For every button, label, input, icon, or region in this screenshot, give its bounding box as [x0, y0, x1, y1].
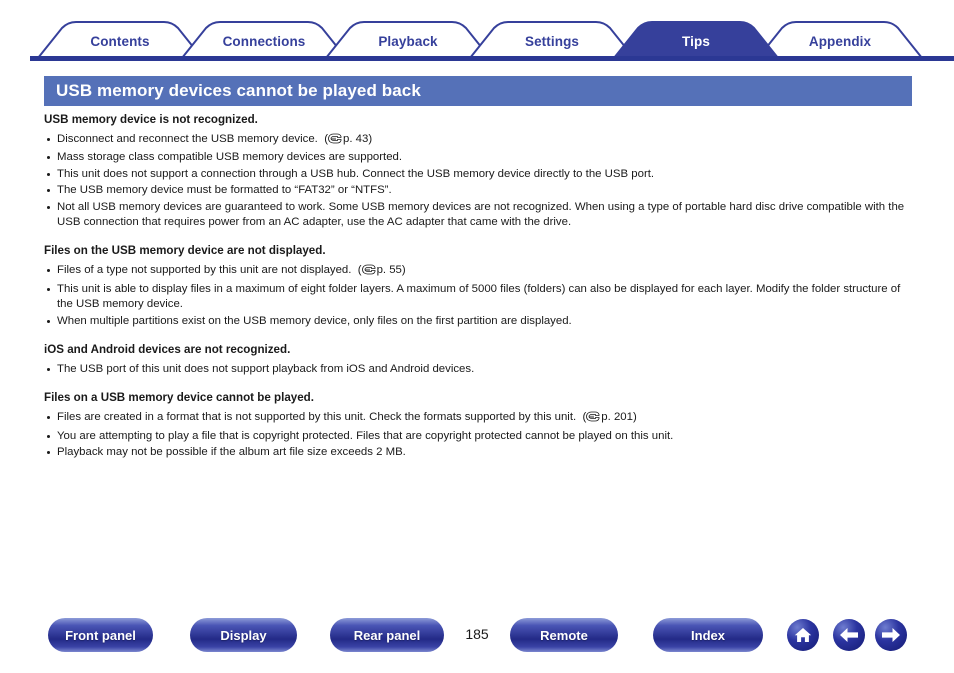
home-icon	[794, 628, 812, 642]
bullet-text: Files of a type not supported by this un…	[57, 264, 352, 277]
bullet-item: The USB port of this unit does not suppo…	[44, 362, 912, 377]
bullet-item: Not all USB memory devices are guarantee…	[44, 200, 912, 231]
bullet-item: You are attempting to play a file that i…	[44, 429, 912, 444]
tab-tips[interactable]: Tips	[646, 34, 746, 49]
tab-bar: Contents Connections Playback Settings T…	[0, 0, 954, 62]
bullet-text: When multiple partitions exist on the US…	[57, 314, 572, 327]
page-reference-label: p. 43	[342, 133, 369, 145]
tab-contents[interactable]: Contents	[70, 34, 170, 49]
footer-button-index[interactable]: Index	[653, 618, 763, 652]
page-reference[interactable]: (p. 201)	[576, 411, 637, 423]
bullet-text: The USB memory device must be formatted …	[57, 184, 392, 197]
tab-appendix[interactable]: Appendix	[790, 34, 890, 49]
pointing-hand-icon	[586, 411, 600, 427]
section-heading: Files on the USB memory device are not d…	[44, 244, 326, 258]
bullet-text: You are attempting to play a file that i…	[57, 429, 674, 442]
bullet-text: Playback may not be possible if the albu…	[57, 446, 406, 459]
section-heading: USB memory device is not recognized.	[44, 113, 258, 126]
footer-button-front-panel[interactable]: Front panel	[48, 618, 153, 652]
page-reference[interactable]: (p. 55)	[351, 264, 406, 277]
content-section: Files on a USB memory device cannot be p…	[44, 390, 912, 460]
bullet-list: Disconnect and reconnect the USB memory …	[44, 132, 912, 230]
page-reference-label: p. 55	[376, 264, 402, 277]
bullet-list: Files are created in a format that is no…	[44, 410, 912, 460]
forward-button[interactable]	[875, 619, 907, 651]
bullet-text: Not all USB memory devices are guarantee…	[57, 200, 905, 229]
pointing-hand-icon	[361, 264, 376, 280]
page-reference[interactable]: (p. 43)	[318, 133, 372, 145]
section-heading: Files on a USB memory device cannot be p…	[44, 391, 314, 405]
bullet-item: Mass storage class compatible USB memory…	[44, 150, 912, 165]
bullet-list: The USB port of this unit does not suppo…	[44, 362, 912, 377]
tab-bar-graphic	[30, 21, 954, 61]
bullet-item: This unit is able to display files in a …	[44, 282, 912, 313]
bullet-text: Disconnect and reconnect the USB memory …	[57, 133, 318, 145]
section-heading: iOS and Android devices are not recogniz…	[44, 343, 291, 357]
tab-settings[interactable]: Settings	[502, 34, 602, 49]
page-reference-label: p. 201	[601, 411, 633, 424]
page-title-bar: USB memory devices cannot be played back	[44, 76, 912, 106]
tab-connections[interactable]: Connections	[214, 34, 314, 49]
forward-arrow-icon	[882, 628, 900, 642]
page-number: 185	[465, 626, 489, 642]
bullet-item: Files are created in a format that is no…	[44, 410, 912, 427]
bullet-item: The USB memory device must be formatted …	[44, 183, 912, 198]
content-area: USB memory device is not recognized. Disc…	[44, 112, 912, 462]
content-section: iOS and Android devices are not recogniz…	[44, 342, 912, 377]
tab-playback[interactable]: Playback	[358, 34, 458, 49]
page-title: USB memory devices cannot be played back	[56, 81, 421, 100]
home-button[interactable]	[787, 619, 819, 651]
tab-underline	[30, 56, 954, 61]
bullet-text: This unit does not support a connection …	[57, 167, 655, 180]
footer-button-remote[interactable]: Remote	[510, 618, 618, 652]
content-section: Files on the USB memory device are not d…	[44, 243, 912, 329]
back-button[interactable]	[833, 619, 865, 651]
back-arrow-icon	[840, 628, 858, 642]
bullet-text: This unit is able to display files in a …	[57, 282, 901, 311]
bullet-text: Mass storage class compatible USB memory…	[57, 151, 403, 164]
bullet-item: Files of a type not supported by this un…	[44, 263, 912, 280]
footer-button-rear-panel[interactable]: Rear panel	[330, 618, 444, 652]
bullet-text: The USB port of this unit does not suppo…	[57, 363, 475, 376]
bullet-item: Playback may not be possible if the albu…	[44, 445, 912, 460]
bullet-item: This unit does not support a connection …	[44, 167, 912, 182]
content-section: USB memory device is not recognized. Disc…	[44, 112, 912, 230]
bullet-item: Disconnect and reconnect the USB memory …	[44, 132, 912, 149]
pointing-hand-icon	[328, 133, 342, 149]
bullet-item: When multiple partitions exist on the US…	[44, 314, 912, 329]
footer-nav: Front panel Display Rear panel 185 Remot…	[0, 618, 954, 658]
footer-button-display[interactable]: Display	[190, 618, 297, 652]
bullet-list: Files of a type not supported by this un…	[44, 263, 912, 329]
bullet-text: Files are created in a format that is no…	[57, 411, 577, 424]
